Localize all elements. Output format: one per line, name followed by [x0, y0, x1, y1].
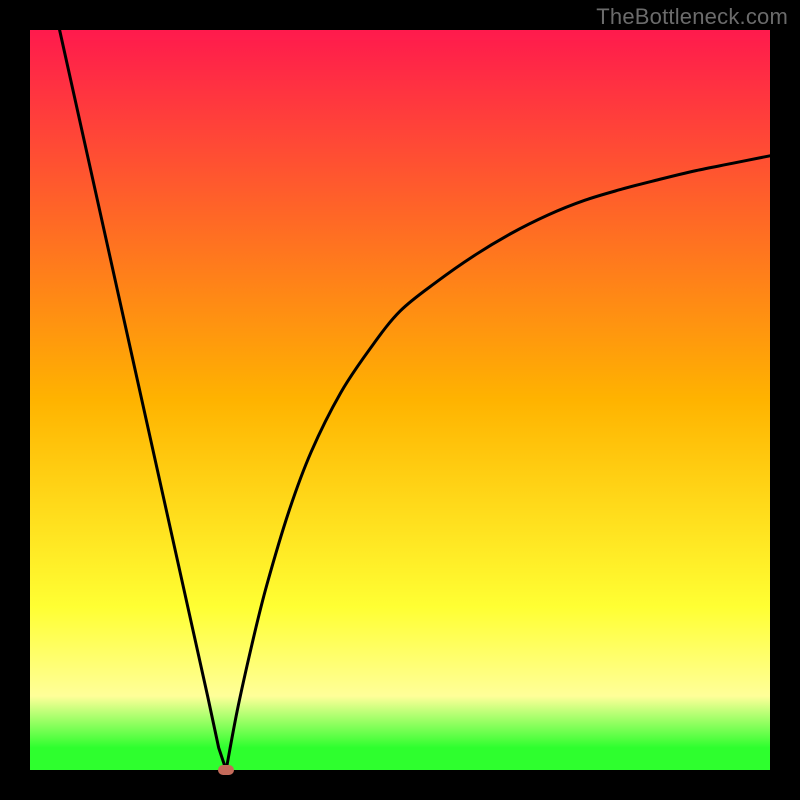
curve-left-branch — [60, 30, 227, 770]
plot-area — [30, 30, 770, 770]
min-marker — [218, 765, 234, 775]
curve-layer — [30, 30, 770, 770]
curve-right-branch — [226, 156, 770, 770]
watermark-text: TheBottleneck.com — [596, 4, 788, 30]
chart-container: TheBottleneck.com — [0, 0, 800, 800]
